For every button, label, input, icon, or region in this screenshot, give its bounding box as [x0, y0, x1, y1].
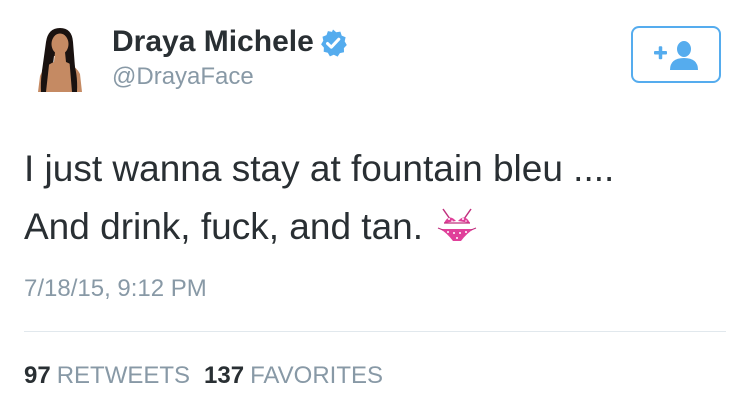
tweet-timestamp[interactable]: 7/18/15, 9:12 PM [24, 274, 207, 304]
tweet-card: Draya Michele @DrayaFace I just wanna st… [0, 0, 750, 416]
divider [24, 331, 726, 332]
avatar[interactable] [24, 22, 94, 92]
favorites-count[interactable]: 137 [204, 362, 244, 389]
follow-button[interactable] [631, 26, 721, 83]
display-name[interactable]: Draya Michele [112, 24, 314, 60]
tweet-text-line-1: I just wanna stay at fountain bleu .... [24, 148, 615, 189]
add-user-icon [654, 41, 698, 70]
tweet-stats: 97 RETWEETS 137 FAVORITES [24, 361, 397, 391]
retweets-count[interactable]: 97 [24, 362, 51, 389]
tweet-text-line-2: And drink, fuck, and tan. [24, 198, 724, 256]
verified-badge-icon [321, 29, 347, 57]
user-handle[interactable]: @DrayaFace [112, 62, 254, 92]
retweets-label[interactable]: RETWEETS [57, 362, 190, 389]
tweet-text: I just wanna stay at fountain bleu .... … [24, 140, 724, 256]
favorites-label[interactable]: FAVORITES [250, 362, 383, 389]
avatar-image [24, 22, 94, 92]
bikini-icon [437, 208, 477, 241]
tweet-text-line-2-text: And drink, fuck, and tan. [24, 206, 424, 247]
